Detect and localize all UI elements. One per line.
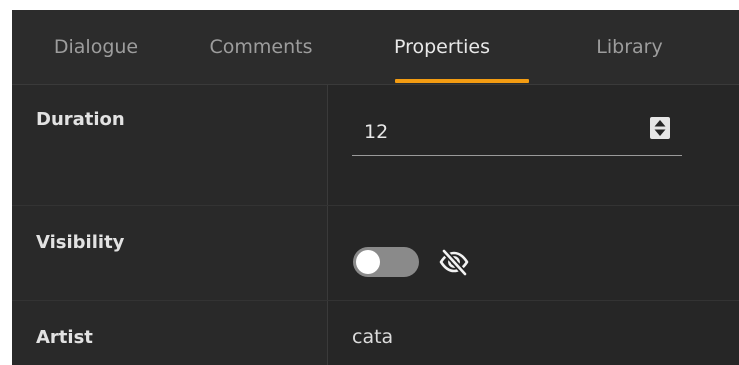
duration-value[interactable]: 12 (364, 121, 388, 143)
tab-library[interactable]: Library (542, 10, 717, 84)
tab-properties[interactable]: Properties (342, 10, 542, 84)
tab-dialogue[interactable]: Dialogue (12, 10, 180, 84)
visibility-toggle[interactable] (353, 247, 419, 277)
artist-value-cell: cata (328, 301, 739, 365)
duration-value-cell: 12 (328, 85, 739, 205)
properties-panel: Dialogue Comments Properties Library Dur… (12, 10, 739, 365)
properties-grid: Duration 12 Visibility Artist cata (12, 85, 739, 365)
artist-value[interactable]: cata (352, 326, 393, 348)
toggle-knob (356, 250, 380, 274)
tab-bar: Dialogue Comments Properties Library (12, 10, 739, 85)
duration-row: Duration 12 (12, 85, 739, 206)
visibility-value-cell (328, 206, 739, 300)
artist-label: Artist (36, 327, 93, 348)
duration-label: Duration (36, 109, 125, 130)
artist-label-cell: Artist (12, 301, 328, 365)
active-tab-indicator (395, 79, 529, 83)
visibility-label-cell: Visibility (12, 206, 328, 300)
duration-input[interactable]: 12 (352, 109, 682, 156)
tab-comments[interactable]: Comments (180, 10, 342, 84)
stepper-icon[interactable] (650, 117, 670, 139)
eye-slash-icon[interactable] (437, 245, 471, 279)
duration-label-cell: Duration (12, 85, 328, 205)
visibility-row: Visibility (12, 206, 739, 301)
artist-row: Artist cata (12, 301, 739, 365)
visibility-label: Visibility (36, 232, 125, 253)
